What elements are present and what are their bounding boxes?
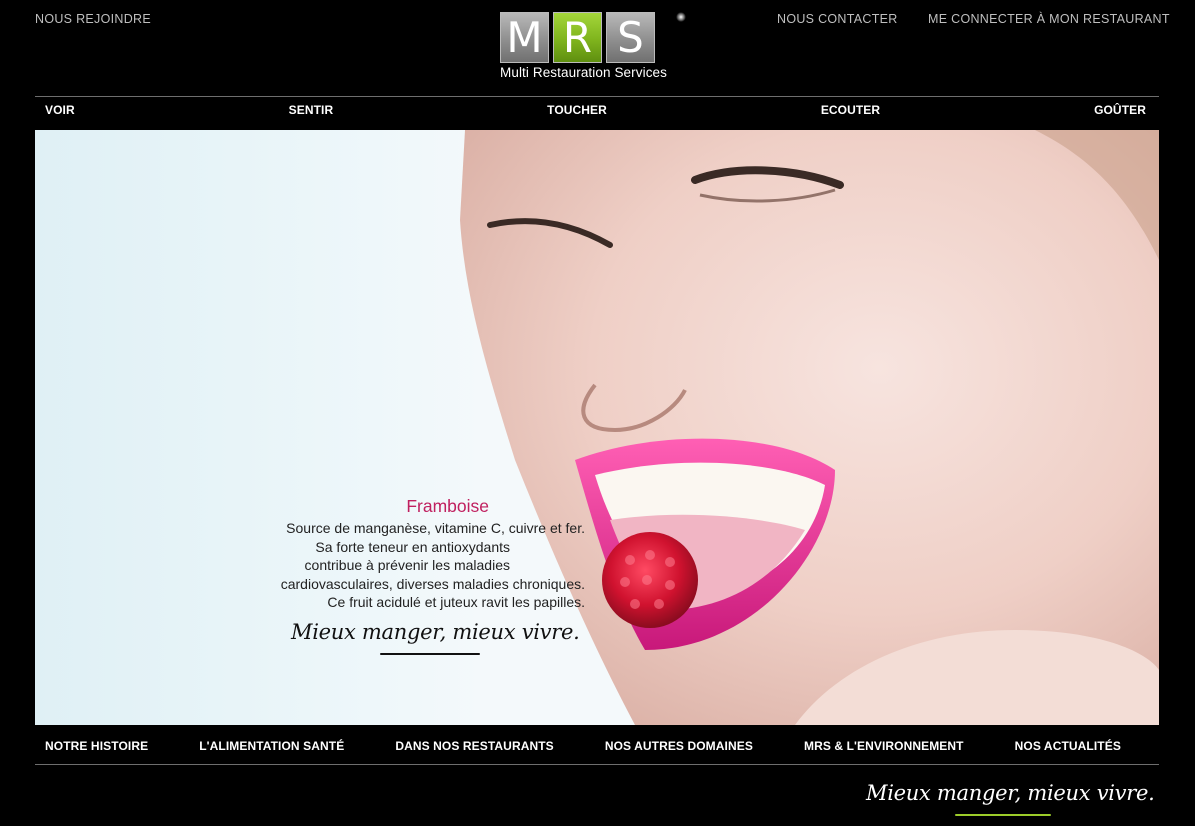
- main-nav: NOTRE HISTOIRE L'ALIMENTATION SANTÉ DANS…: [45, 739, 1121, 753]
- nav-nos-autres-domaines[interactable]: NOS AUTRES DOMAINES: [605, 739, 753, 753]
- hero-slogan: Mieux manger, mieux vivre.: [291, 620, 580, 644]
- hero-caption-line: Source de manganèse, vitamine C, cuivre …: [286, 520, 585, 536]
- nav-gouter[interactable]: GOÛTER: [1094, 103, 1146, 117]
- nav-toucher[interactable]: TOUCHER: [547, 103, 607, 117]
- logo-letter-m: M: [500, 12, 549, 63]
- hero-caption-line: contribue à prévenir les maladies: [304, 557, 510, 573]
- footer-slogan: Mieux manger, mieux vivre.: [866, 781, 1155, 805]
- contact-us-link[interactable]: NOUS CONTACTER: [777, 12, 898, 26]
- hero-caption: Framboise Source de manganèse, vitamine …: [165, 496, 585, 612]
- hero-caption-line: Ce fruit acidulé et juteux ravit les pap…: [327, 594, 585, 610]
- nav-mrs-environnement[interactable]: MRS & L'ENVIRONNEMENT: [804, 739, 964, 753]
- join-us-link[interactable]: NOUS REJOINDRE: [35, 12, 151, 26]
- logo-letter-r: R: [553, 12, 602, 63]
- nav-ecouter[interactable]: ECOUTER: [821, 103, 880, 117]
- nav-sentir[interactable]: SENTIR: [289, 103, 334, 117]
- hero-caption-title: Framboise: [406, 496, 489, 516]
- header-divider: [35, 96, 1159, 97]
- restaurant-login-link[interactable]: ME CONNECTER À MON RESTAURANT: [928, 12, 1170, 26]
- footer-slogan-underline: [955, 814, 1051, 816]
- footer-divider: [35, 764, 1159, 765]
- hero-slogan-underline: [380, 653, 480, 655]
- nav-voir[interactable]: VOIR: [45, 103, 75, 117]
- logo-letter-s: S: [606, 12, 655, 63]
- nav-nos-actualites[interactable]: NOS ACTUALITÉS: [1015, 739, 1121, 753]
- nav-dans-nos-restaurants[interactable]: DANS NOS RESTAURANTS: [395, 739, 553, 753]
- hero-caption-line: Sa forte teneur en antioxydants: [315, 538, 510, 555]
- nav-alimentation-sante[interactable]: L'ALIMENTATION SANTÉ: [199, 739, 344, 753]
- hero-caption-body: Source de manganèse, vitamine C, cuivre …: [165, 519, 585, 612]
- hero-photo-illustration: [460, 130, 1159, 725]
- logo-subtitle: Multi Restauration Services: [500, 65, 668, 80]
- mrs-logo[interactable]: M R S Multi Restauration Services: [500, 12, 688, 84]
- logo-tiles: M R S: [500, 12, 688, 63]
- hero-caption-line: cardiovasculaires, diverses maladies chr…: [280, 575, 585, 592]
- nav-notre-histoire[interactable]: NOTRE HISTOIRE: [45, 739, 148, 753]
- senses-nav: VOIR SENTIR TOUCHER ECOUTER GOÛTER: [45, 103, 1146, 117]
- logo-sparkle-icon: [676, 12, 686, 22]
- hero-banner: Framboise Source de manganèse, vitamine …: [35, 130, 1159, 725]
